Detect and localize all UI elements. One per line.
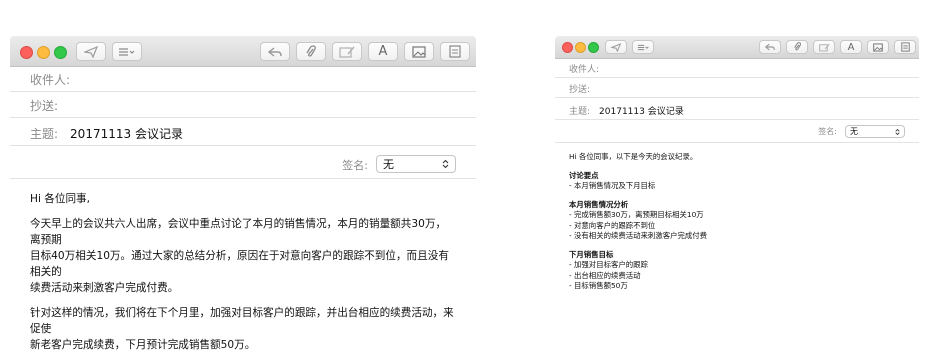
signature-value: 无	[850, 127, 858, 136]
cc-field[interactable]: 抄送:	[555, 80, 919, 98]
photo-browser-icon	[873, 42, 883, 52]
cc-field[interactable]: 抄送:	[10, 94, 476, 118]
paperclip-icon	[793, 42, 801, 51]
photo-browser-button[interactable]	[404, 42, 434, 61]
stationery-button[interactable]	[894, 40, 916, 54]
markup-button[interactable]	[332, 42, 362, 61]
close-button[interactable]	[562, 42, 573, 53]
body-line: 针对这样的情况，我们将在下个月里，加强对目标客户的跟踪，并出台相应的续费活动，来…	[30, 307, 454, 335]
markup-icon	[339, 46, 355, 58]
list-item: - 对意向客户的跟踪不到位	[569, 220, 656, 230]
reply-button[interactable]	[260, 42, 290, 61]
cc-label: 抄送:	[569, 85, 591, 95]
section-title: 讨论要点	[569, 170, 599, 180]
reply-arrow-icon	[765, 43, 775, 51]
photo-browser-icon	[412, 45, 426, 58]
body-line: 续费活动来刺激客户完成付费。	[30, 282, 179, 294]
paper-plane-icon	[84, 45, 98, 58]
close-button[interactable]	[20, 46, 33, 59]
greeting: Hi 各位同事,	[30, 193, 91, 205]
signature-row: 签名: 无	[10, 150, 476, 179]
section-title: 下月销售目标	[569, 249, 614, 259]
header-fields-button[interactable]	[632, 40, 654, 54]
stationery-icon	[449, 45, 461, 58]
message-body[interactable]: Hi 各位同事，以下是今天的会议纪录。 讨论要点 - 本月销售情况及下月目标 本…	[569, 152, 909, 292]
markup-button[interactable]	[813, 40, 835, 54]
signature-label: 签名:	[818, 127, 837, 136]
signature-row: 签名: 无	[555, 122, 919, 143]
reply-button[interactable]	[759, 40, 781, 54]
to-field[interactable]: 收件人:	[555, 60, 919, 78]
zoom-button[interactable]	[588, 42, 599, 53]
paperclip-icon	[306, 44, 316, 57]
photo-browser-button[interactable]	[867, 40, 889, 54]
compose-window-left: A 收件人: 抄送: 主题: 20171113 会议记录 签名: 无 Hi 各位…	[10, 36, 476, 351]
attach-button[interactable]	[296, 42, 326, 61]
body-line: 目标40万相关10万。通过大家的总结分析，原因在于对意向客户的跟踪不到位，而且没…	[30, 250, 449, 278]
toolbar: A	[10, 36, 476, 67]
stationery-button[interactable]	[440, 42, 470, 61]
format-button[interactable]: A	[368, 42, 398, 61]
minimize-button[interactable]	[37, 46, 50, 59]
body-line: 新老客户完成续费，下月预计完成销售额50万。	[30, 339, 256, 351]
compose-window-right: A 收件人: 抄送: 主题: 20171113 会议记录 签名: 无 Hi 各位…	[555, 36, 919, 326]
signature-value: 无	[383, 158, 394, 171]
send-button[interactable]	[76, 42, 106, 61]
list-item: - 出台相应的续费活动	[569, 270, 641, 280]
list-menu-icon	[637, 44, 649, 50]
reply-arrow-icon	[268, 46, 282, 57]
paragraph-1: 今天早上的会议共六人出席，会议中重点讨论了本月的销售情况，本月的销量额共30万，…	[30, 216, 456, 296]
list-item: - 目标销售额50万	[569, 281, 628, 290]
list-menu-icon	[119, 47, 135, 56]
list-item: - 本月销售情况及下月目标	[569, 181, 656, 190]
updown-chevron-icon	[442, 159, 449, 169]
subject-label: 主题:	[30, 127, 59, 141]
minimize-button[interactable]	[575, 42, 586, 53]
signature-label: 签名:	[342, 159, 368, 172]
attach-button[interactable]	[786, 40, 808, 54]
zoom-button[interactable]	[54, 46, 67, 59]
signature-select[interactable]: 无	[845, 125, 905, 138]
paragraph-2: 针对这样的情况，我们将在下个月里，加强对目标客户的跟踪，并出台相应的续费活动，来…	[30, 305, 456, 353]
paper-plane-icon	[611, 42, 621, 52]
body-line: 今天早上的会议共六人出席，会议中重点讨论了本月的销售情况，本月的销量额共30万，…	[30, 218, 447, 246]
cc-label: 抄送:	[30, 99, 59, 113]
to-label: 收件人:	[30, 73, 71, 87]
format-button[interactable]: A	[840, 40, 862, 54]
to-label: 收件人:	[569, 65, 600, 75]
stationery-icon	[900, 42, 910, 52]
list-item: - 加强对目标客户的跟踪	[569, 260, 648, 269]
list-item: - 完成销售额30万，离预期目标相关10万	[569, 210, 704, 219]
signature-select[interactable]: 无	[376, 155, 456, 173]
updown-chevron-icon	[895, 128, 900, 135]
send-button[interactable]	[605, 40, 627, 54]
to-field[interactable]: 收件人:	[10, 68, 476, 92]
greeting: Hi 各位同事，以下是今天的会议纪录。	[569, 152, 698, 161]
subject-label: 主题:	[569, 107, 591, 117]
section-title: 本月销售情况分析	[569, 199, 629, 209]
subject-field[interactable]: 主题: 20171113 会议记录	[555, 102, 919, 120]
header-fields-button[interactable]	[112, 42, 142, 61]
list-item: - 没有相关的续费活动来刺激客户完成付费	[569, 231, 708, 240]
markup-icon	[818, 43, 830, 51]
subject-value[interactable]: 20171113 会议记录	[70, 125, 183, 142]
subject-value[interactable]: 20171113 会议记录	[599, 104, 684, 117]
toolbar: A	[555, 36, 919, 59]
message-body[interactable]: Hi 各位同事, 今天早上的会议共六人出席，会议中重点讨论了本月的销售情况，本月…	[30, 191, 456, 362]
subject-field[interactable]: 主题: 20171113 会议记录	[10, 122, 476, 146]
